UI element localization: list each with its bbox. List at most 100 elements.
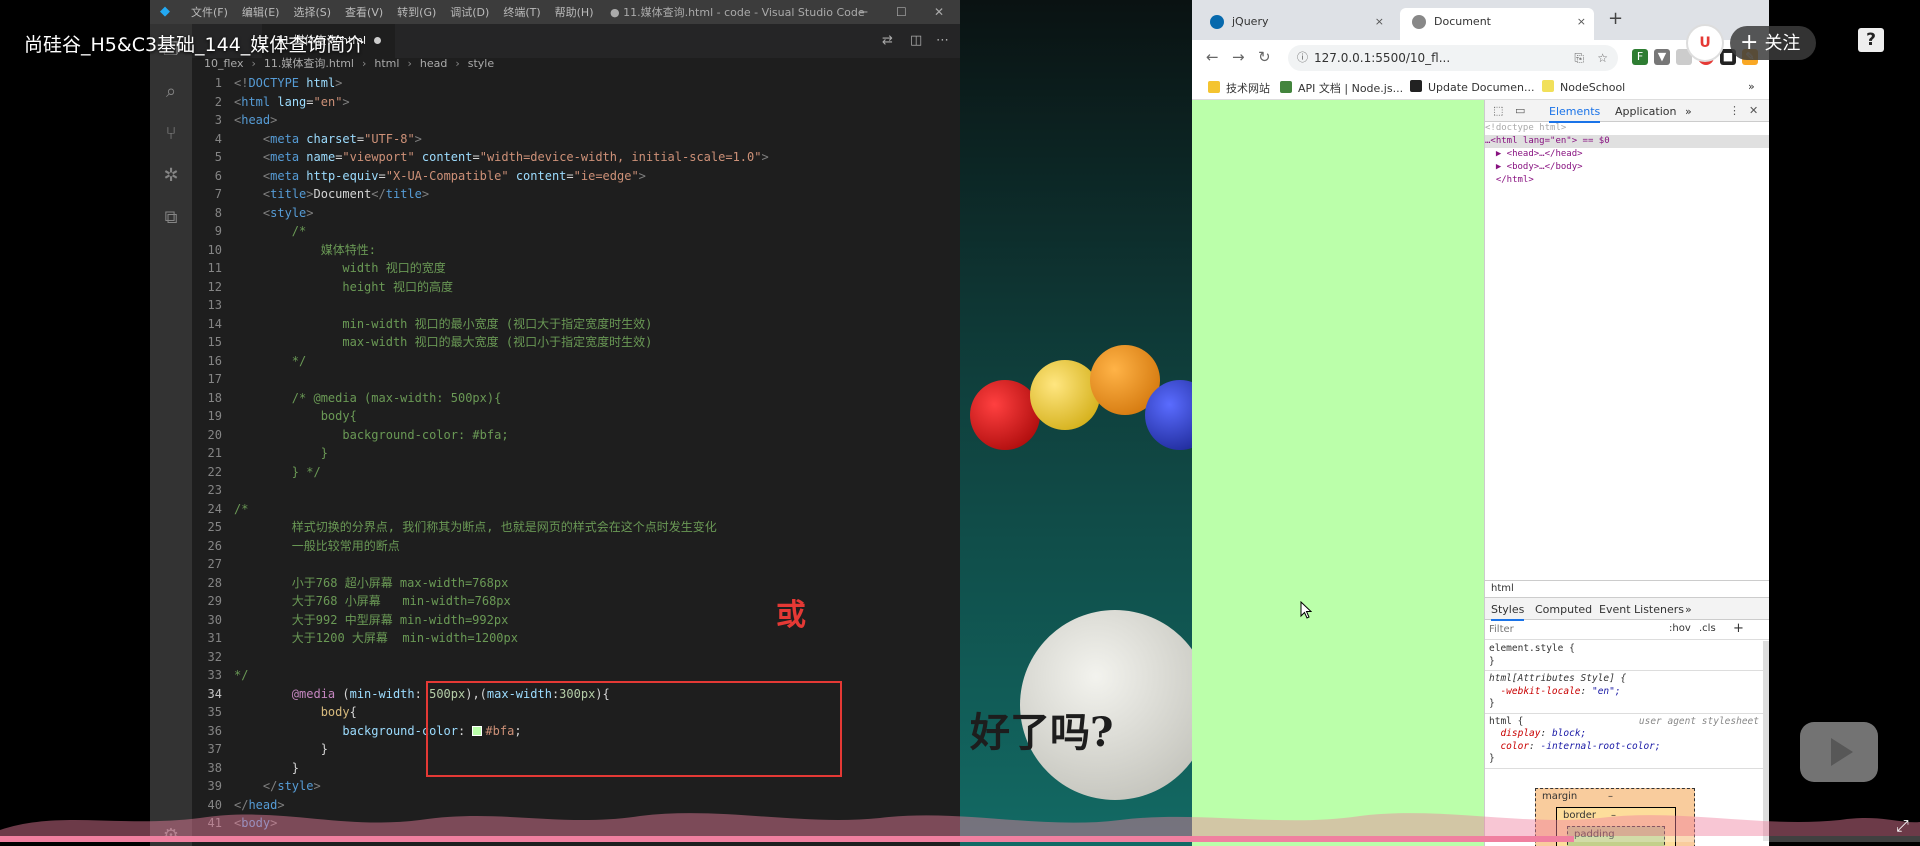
- code-line[interactable]: 24 /*: [192, 500, 960, 519]
- code-line[interactable]: 28 小于768 超小屏幕 max-width=768px: [192, 574, 960, 593]
- menu-debug[interactable]: 调试(D): [450, 4, 489, 20]
- rule-declaration[interactable]: display: block;: [1489, 728, 1759, 741]
- code-line[interactable]: 25 样式切换的分界点, 我们称其为断点, 也就是网页的样式会在这个点时发生变化: [192, 518, 960, 537]
- tab-elements[interactable]: Elements: [1549, 105, 1601, 123]
- breadcrumb-style[interactable]: style: [468, 56, 494, 72]
- code-line[interactable]: 30 大于992 中型屏幕 min-width=992px: [192, 611, 960, 630]
- breadcrumb-file[interactable]: 11.媒体查询.html: [264, 56, 354, 72]
- bookmark-item[interactable]: Update Documen...: [1410, 80, 1535, 94]
- code-line[interactable]: 27: [192, 555, 960, 574]
- bookmark-item[interactable]: 技术网站: [1208, 80, 1270, 96]
- split-editor-icon[interactable]: ◫: [910, 33, 922, 48]
- breadcrumb-folder[interactable]: 10_flex: [204, 56, 244, 72]
- page-viewport[interactable]: [1192, 100, 1484, 846]
- code-line[interactable]: 19 body{: [192, 407, 960, 426]
- dom-tree[interactable]: <!doctype html> …<html lang="en"> == $0 ▶…: [1485, 122, 1769, 187]
- tab-application[interactable]: Application: [1615, 105, 1676, 118]
- code-line[interactable]: 32: [192, 648, 960, 667]
- code-line[interactable]: 3 <head>: [192, 111, 960, 130]
- bookmark-star-icon[interactable]: ☆: [1597, 45, 1608, 71]
- uploader-avatar[interactable]: U: [1686, 24, 1724, 62]
- expand-icon[interactable]: ⤢: [1896, 816, 1909, 836]
- code-line[interactable]: 7 <title>Document</title>: [192, 185, 960, 204]
- code-line[interactable]: 11 width 视口的宽度: [192, 259, 960, 278]
- tab-close-icon[interactable]: ×: [1375, 8, 1384, 36]
- dom-node[interactable]: …<html lang="en"> == $0: [1485, 135, 1769, 148]
- reload-icon[interactable]: ↻: [1258, 48, 1271, 66]
- debug-icon[interactable]: ✲: [159, 164, 183, 188]
- styles-rules[interactable]: element.style {} html[Attributes Style] {…: [1485, 641, 1763, 769]
- devtools-more-tabs-icon[interactable]: »: [1685, 105, 1692, 118]
- code-line[interactable]: 31 大于1200 大屏幕 min-width=1200px: [192, 629, 960, 648]
- open-changes-icon[interactable]: ⇄: [882, 33, 893, 48]
- code-line[interactable]: 12 height 视口的高度: [192, 278, 960, 297]
- menu-selection[interactable]: 选择(S): [293, 4, 331, 20]
- code-line[interactable]: 10 媒体特性:: [192, 241, 960, 260]
- help-button[interactable]: ?: [1858, 28, 1884, 52]
- dom-breadcrumb[interactable]: html: [1485, 580, 1769, 598]
- video-progress-bar[interactable]: [0, 836, 1920, 842]
- menu-edit[interactable]: 编辑(E): [242, 4, 280, 20]
- source-control-icon[interactable]: ⑂: [159, 122, 183, 146]
- code-line[interactable]: 20 background-color: #bfa;: [192, 426, 960, 445]
- menu-view[interactable]: 查看(V): [345, 4, 383, 20]
- bookmark-item[interactable]: NodeSchool: [1542, 80, 1625, 94]
- code-line[interactable]: 23: [192, 481, 960, 500]
- url-field[interactable]: ⓘ 127.0.0.1:5500/10_fl... ⎘ ☆: [1288, 45, 1618, 71]
- site-info-icon[interactable]: ⓘ: [1297, 45, 1308, 71]
- menu-terminal[interactable]: 终端(T): [503, 4, 540, 20]
- dom-node[interactable]: <!doctype html>: [1485, 122, 1769, 135]
- cls-toggle[interactable]: .cls: [1699, 623, 1716, 634]
- forward-icon[interactable]: →: [1232, 48, 1245, 66]
- rule-declaration[interactable]: color: -internal-root-color;: [1489, 741, 1759, 754]
- tab-styles[interactable]: Styles: [1491, 603, 1525, 621]
- play-icon[interactable]: [1800, 722, 1878, 782]
- rule-declaration[interactable]: -webkit-locale: "en";: [1489, 686, 1759, 699]
- code-line[interactable]: 17: [192, 370, 960, 389]
- back-icon[interactable]: ←: [1206, 48, 1219, 66]
- code-line[interactable]: 18 /* @media (max-width: 500px){: [192, 389, 960, 408]
- code-line[interactable]: 22 } */: [192, 463, 960, 482]
- extension-icon[interactable]: F: [1632, 49, 1648, 65]
- search-icon[interactable]: ⌕: [159, 80, 183, 104]
- hov-toggle[interactable]: :hov: [1669, 623, 1691, 634]
- code-line[interactable]: 26 一般比较常用的断点: [192, 537, 960, 556]
- inspect-element-icon[interactable]: ⬚: [1493, 104, 1503, 117]
- code-line[interactable]: 39 </style>: [192, 777, 960, 796]
- maximize-icon[interactable]: ☐: [896, 5, 907, 19]
- style-rule[interactable]: html {user agent stylesheet display: blo…: [1485, 714, 1763, 769]
- breadcrumb-html[interactable]: html: [374, 56, 399, 72]
- browser-tab-jquery[interactable]: jQuery ×: [1198, 8, 1392, 40]
- style-rule[interactable]: element.style {}: [1485, 641, 1763, 671]
- style-rule[interactable]: html[Attributes Style] { -webkit-locale:…: [1485, 671, 1763, 714]
- code-line[interactable]: 1 <!DOCTYPE html>: [192, 74, 960, 93]
- extensions-icon[interactable]: ⧉: [159, 206, 183, 230]
- code-line[interactable]: 5 <meta name="viewport" content="width=d…: [192, 148, 960, 167]
- bookmarks-more-icon[interactable]: »: [1748, 80, 1755, 93]
- code-line[interactable]: 2 <html lang="en">: [192, 93, 960, 112]
- menu-help[interactable]: 帮助(H): [555, 4, 594, 20]
- extension-icon[interactable]: ▼: [1654, 49, 1670, 65]
- code-line[interactable]: 15 max-width 视口的最大宽度 (视口小于指定宽度时生效): [192, 333, 960, 352]
- code-line[interactable]: 9 /*: [192, 222, 960, 241]
- new-tab-button[interactable]: +: [1608, 8, 1623, 29]
- code-line[interactable]: 4 <meta charset="UTF-8">: [192, 130, 960, 149]
- devtools-menu-icon[interactable]: ⋮: [1729, 104, 1740, 117]
- minimize-icon[interactable]: ─: [860, 5, 867, 19]
- code-line[interactable]: 8 <style>: [192, 204, 960, 223]
- breadcrumb-head[interactable]: head: [420, 56, 447, 72]
- dom-node[interactable]: </html>: [1485, 174, 1769, 187]
- bookmark-item[interactable]: API 文档 | Node.js...: [1280, 80, 1403, 96]
- tab-event-listeners[interactable]: Event Listeners: [1599, 603, 1684, 616]
- menu-go[interactable]: 转到(G): [397, 4, 436, 20]
- browser-tab-document[interactable]: Document ×: [1400, 8, 1594, 40]
- tab-computed[interactable]: Computed: [1535, 603, 1592, 616]
- menu-file[interactable]: 文件(F): [191, 4, 228, 20]
- dom-node[interactable]: ▶ <head>…</head>: [1485, 148, 1769, 161]
- styles-filter-input[interactable]: [1489, 622, 1665, 637]
- code-line[interactable]: 14 min-width 视口的最小宽度 (视口大于指定宽度时生效): [192, 315, 960, 334]
- more-actions-icon[interactable]: ⋯: [936, 33, 949, 48]
- code-line[interactable]: 16 */: [192, 352, 960, 371]
- code-line[interactable]: 29 大于768 小屏幕 min-width=768px: [192, 592, 960, 611]
- dom-node[interactable]: ▶ <body>…</body>: [1485, 161, 1769, 174]
